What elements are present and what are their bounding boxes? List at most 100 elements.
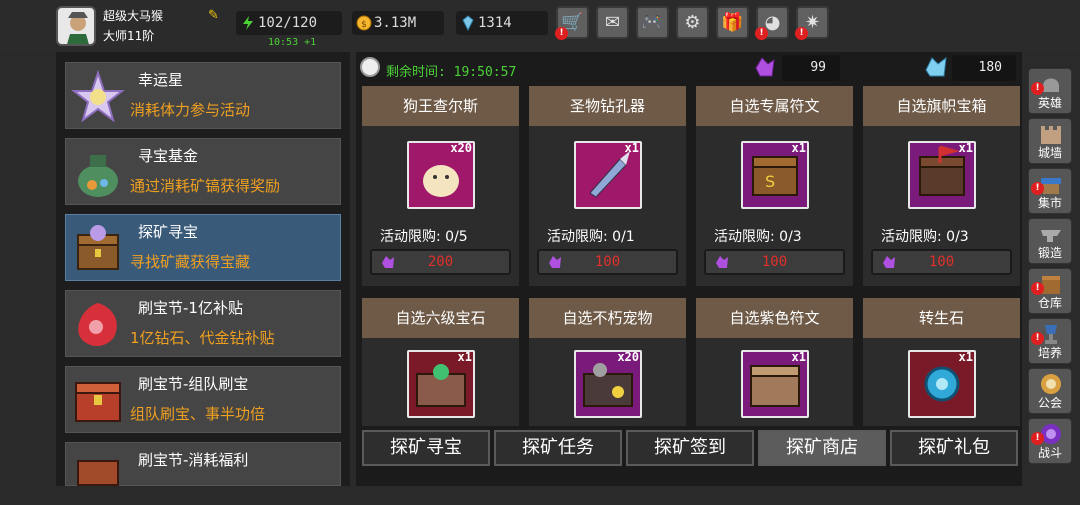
- sidebar-label: 培养: [1037, 346, 1062, 360]
- gold-coin-icon: $: [356, 15, 372, 31]
- event-desc: 通过消耗矿镐获得奖励: [130, 177, 281, 195]
- settings-button[interactable]: ⚙: [676, 6, 709, 39]
- item-name: 自选旗帜宝箱: [863, 86, 1020, 126]
- shop-item-card[interactable]: 自选六级宝石 x1: [362, 298, 519, 426]
- edit-icon[interactable]: ✎: [208, 8, 219, 23]
- event-item-team-farm[interactable]: 刷宝节-组队刷宝 组队刷宝、事半功倍: [65, 366, 341, 433]
- stamina-value: 102/120: [258, 15, 318, 31]
- gear-icon: ⚙: [684, 12, 701, 33]
- event-item-lucky-star[interactable]: 幸运星 消耗体力参与活动: [65, 62, 341, 129]
- clock-icon: [360, 57, 380, 77]
- sidebar-item-warehouse[interactable]: ! 仓库: [1028, 268, 1072, 314]
- sidebar-item-market[interactable]: ! 集市: [1028, 168, 1072, 214]
- lucky-star-icon: [70, 69, 126, 125]
- buy-button[interactable]: 100: [704, 249, 845, 275]
- item-price: 200: [427, 254, 454, 270]
- sidebar-item-guild[interactable]: 公会: [1028, 368, 1072, 414]
- item-qty: x20: [450, 141, 472, 155]
- event-title: 探矿寻宝: [138, 223, 199, 241]
- gift-button[interactable]: 🎁: [716, 6, 749, 39]
- player-avatar[interactable]: [56, 6, 96, 46]
- event-item-treasure-fund[interactable]: 寻宝基金 通过消耗矿镐获得奖励: [65, 138, 341, 205]
- event-item-subsidy[interactable]: 刷宝节-1亿补贴 1亿钻石、代金钻补贴: [65, 290, 341, 357]
- color-wheel-button[interactable]: ◕!: [755, 6, 789, 40]
- item-limit: 活动限购: 0/1: [547, 229, 635, 245]
- player-rank: 大师11阶: [103, 29, 155, 43]
- guild-emblem-icon: [1041, 374, 1061, 394]
- event-title: 刷宝节-消耗福利: [138, 451, 249, 469]
- shop-item-card[interactable]: 转生石 x1: [863, 298, 1020, 426]
- event-item-consume-bonus[interactable]: 刷宝节-消耗福利: [65, 442, 341, 486]
- shop-item-card[interactable]: 圣物钻孔器 x1 活动限购: 0/1 100: [529, 86, 686, 286]
- purple-crystal-icon: [716, 256, 728, 268]
- player-name: 超级大马猴: [103, 9, 164, 23]
- fireworks-button[interactable]: ✷!: [795, 6, 829, 40]
- gold-value: 3.13M: [374, 15, 417, 31]
- sidebar-item-training[interactable]: ! 培养: [1028, 318, 1072, 364]
- shop-item-card[interactable]: 狗王查尔斯 x20 活动限购: 0/5 200: [362, 86, 519, 286]
- item-qty: x1: [791, 350, 806, 364]
- sidebar-label: 英雄: [1037, 96, 1062, 110]
- svg-text:S: S: [765, 172, 775, 191]
- svg-text:$: $: [361, 20, 367, 30]
- item-limit: 活动限购: 0/3: [881, 229, 969, 245]
- red-chest-icon: [70, 373, 126, 429]
- event-desc: 1亿钻石、代金钻补贴: [130, 329, 275, 347]
- item-name: 自选紫色符文: [696, 298, 853, 338]
- sidebar-label: 仓库: [1037, 296, 1062, 310]
- shop-item-card[interactable]: 自选旗帜宝箱 x1 活动限购: 0/3 100: [863, 86, 1020, 286]
- diamond-icon: [460, 15, 476, 32]
- tab-mining-gifts[interactable]: 探矿礼包: [890, 430, 1018, 466]
- sidebar-label: 公会: [1037, 396, 1062, 410]
- purple-crystal-icon: [382, 256, 394, 268]
- item-limit: 活动限购: 0/5: [380, 229, 468, 245]
- item-qty: x1: [958, 141, 973, 155]
- tab-mining-shop[interactable]: 探矿商店: [758, 430, 886, 466]
- event-desc: 寻找矿藏获得宝藏: [130, 253, 251, 271]
- item-qty: x1: [791, 141, 806, 155]
- shop-item-card[interactable]: 自选不朽宠物 x20: [529, 298, 686, 426]
- item-qty: x1: [457, 350, 472, 364]
- item-name: 自选不朽宠物: [529, 298, 686, 338]
- sidebar-item-wall[interactable]: 城墙: [1028, 118, 1072, 164]
- event-item-mining-treasure[interactable]: 探矿寻宝 寻找矿藏获得宝藏: [65, 214, 341, 281]
- event-list: 幸运星 消耗体力参与活动 寻宝基金 通过消耗矿镐获得奖励 探矿寻宝 寻找矿藏获得…: [56, 52, 350, 486]
- purple-crystal-icon: [549, 256, 561, 268]
- gamepad-icon: 🎮: [641, 12, 664, 33]
- countdown-text: 剩余时间: 19:50:57: [386, 65, 517, 80]
- tab-mining-treasure[interactable]: 探矿寻宝: [362, 430, 490, 466]
- buy-button[interactable]: 200: [370, 249, 511, 275]
- item-qty: x1: [958, 350, 973, 364]
- shop-item-card[interactable]: 自选紫色符文 x1: [696, 298, 853, 426]
- anvil-icon: [1041, 230, 1061, 242]
- castle-wall-icon: [1041, 126, 1061, 144]
- event-desc: 消耗体力参与活动: [130, 101, 251, 119]
- sidebar-item-battle[interactable]: ! 战斗: [1028, 418, 1072, 464]
- event-title: 刷宝节-1亿补贴: [138, 299, 243, 317]
- event-title: 刷宝节-组队刷宝: [138, 375, 249, 393]
- item-price: 100: [761, 254, 788, 270]
- alert-badge-icon: !: [755, 27, 768, 40]
- alert-badge-icon: !: [795, 27, 808, 40]
- mail-button[interactable]: ✉: [596, 6, 629, 39]
- sidebar-item-hero[interactable]: ! 英雄: [1028, 68, 1072, 114]
- sidebar-label: 城墙: [1037, 146, 1062, 160]
- item-qty: x1: [624, 141, 639, 155]
- sidebar-item-forge[interactable]: 锻造: [1028, 218, 1072, 264]
- stamina-display: 102/120: [236, 11, 342, 35]
- tab-mining-tasks[interactable]: 探矿任务: [494, 430, 622, 466]
- gamepad-button[interactable]: 🎮: [636, 6, 669, 39]
- shop-item-card[interactable]: 自选专属符文 S x1 活动限购: 0/3 100: [696, 86, 853, 286]
- red-flower-icon: [70, 297, 126, 353]
- shop-cart-button[interactable]: 🛒!: [555, 6, 589, 40]
- purple-crystal-icon: [883, 256, 895, 268]
- buy-button[interactable]: 100: [871, 249, 1012, 275]
- tab-mining-checkin[interactable]: 探矿签到: [626, 430, 754, 466]
- buy-button[interactable]: 100: [537, 249, 678, 275]
- sidebar-label: 锻造: [1037, 246, 1062, 260]
- stamina-timer: 10:53 +1: [268, 37, 317, 48]
- event-title: 幸运星: [138, 71, 184, 89]
- event-title: 寻宝基金: [138, 147, 199, 165]
- item-qty: x20: [617, 350, 639, 364]
- scroll-icon: [70, 449, 126, 505]
